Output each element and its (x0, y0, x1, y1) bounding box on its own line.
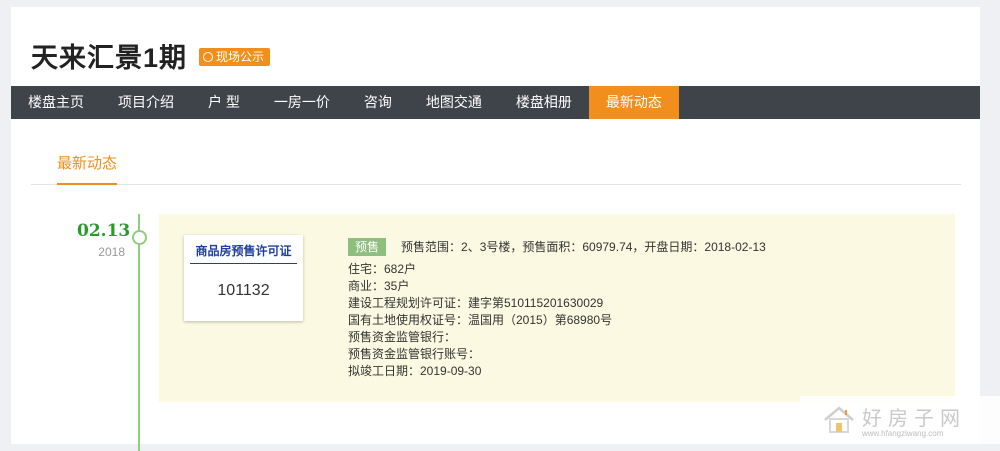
section-divider (31, 184, 961, 185)
detail-escrow-account: 预售资金监管银行账号： (348, 347, 481, 361)
event-details: 预售 预售范围：2、3号楼，预售面积：60979.74，开盘日期：2018-02… (348, 236, 766, 380)
badge-label: 现场公示 (216, 50, 265, 64)
house-logo-icon (822, 405, 856, 435)
detail-commercial: 商业：35户 (348, 279, 410, 293)
presale-license-card[interactable]: 商品房预售许可证 101132 (184, 235, 303, 321)
nav-item-consult[interactable]: 咨询 (347, 86, 409, 119)
event-card: 商品房预售许可证 101132 预售 预售范围：2、3号楼，预售面积：60979… (159, 214, 955, 402)
watermark-name: 好房子网 (862, 406, 966, 430)
tab-latest-news[interactable]: 最新动态 (57, 152, 117, 173)
page-title: 天来汇景1期 (31, 42, 188, 73)
timeline-dot (132, 230, 147, 245)
event-summary: 预售范围：2、3号楼，预售面积：60979.74，开盘日期：2018-02-13 (401, 240, 766, 254)
announcement-icon (203, 52, 214, 62)
onsite-announcement-badge[interactable]: 现场公示 (199, 48, 271, 66)
license-title: 商品房预售许可证 (190, 242, 297, 264)
detail-completion-date: 拟竣工日期：2019-09-30 (348, 364, 482, 378)
detail-planning-permit: 建设工程规划许可证：建字第510115201630029 (348, 296, 604, 310)
detail-escrow-bank: 预售资金监管银行： (348, 330, 457, 344)
nav-item-intro[interactable]: 项目介绍 (101, 86, 191, 119)
nav-item-news[interactable]: 最新动态 (588, 86, 679, 119)
event-year: 2018 (98, 245, 125, 259)
detail-residential: 住宅：682户 (348, 262, 417, 276)
license-number: 101132 (217, 282, 270, 299)
timeline-line (138, 214, 140, 451)
tab-active-underline (57, 183, 117, 185)
nav-item-album[interactable]: 楼盘相册 (499, 86, 589, 119)
header: 天来汇景1期 现场公示 (31, 37, 271, 73)
nav-item-map[interactable]: 地图交通 (409, 86, 499, 119)
page-card: 天来汇景1期 现场公示 楼盘主页 项目介绍 户 型 一房一价 咨询 地图交通 楼… (11, 7, 980, 451)
nav-item-unit-price[interactable]: 一房一价 (257, 86, 347, 119)
nav-item-home[interactable]: 楼盘主页 (11, 86, 101, 119)
event-summary-row: 预售 预售范围：2、3号楼，预售面积：60979.74，开盘日期：2018-02… (348, 236, 766, 258)
presale-tag: 预售 (348, 238, 387, 256)
nav-item-floorplan[interactable]: 户 型 (191, 86, 257, 119)
site-watermark: 好房子网 www.hfangziwang.com (800, 396, 1000, 444)
detail-land-cert: 国有土地使用权证号：温国用（2015）第68980号 (348, 313, 613, 327)
main-nav: 楼盘主页 项目介绍 户 型 一房一价 咨询 地图交通 楼盘相册 最新动态 (11, 86, 980, 119)
event-date: 02.13 (77, 221, 131, 241)
